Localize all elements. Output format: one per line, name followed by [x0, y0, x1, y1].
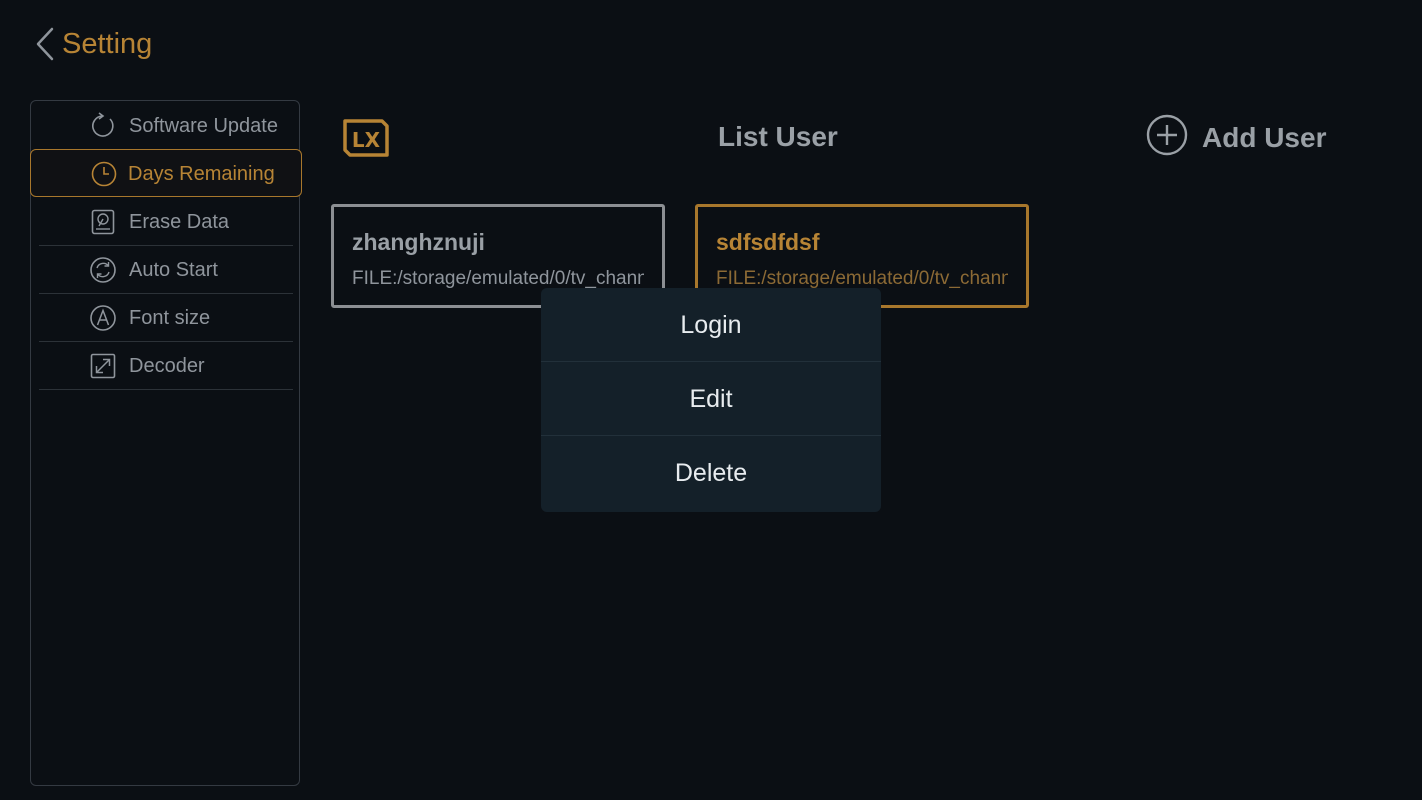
list-user-title: List User — [718, 121, 838, 152]
sidebar-item-decoder[interactable]: Decoder — [39, 342, 293, 390]
user-name: sdfsdfdsf — [716, 229, 820, 255]
delete-menu-item[interactable]: Delete — [541, 436, 881, 512]
lx-logo: LX — [342, 117, 390, 164]
settings-screen: Setting Software Update Days Remaining E… — [0, 0, 1422, 800]
sidebar-item-label: Auto Start — [129, 259, 218, 281]
sidebar-item-software-update[interactable]: Software Update — [39, 102, 293, 150]
user-context-menu: Login Edit Delete — [541, 288, 881, 512]
sidebar-item-days-remaining[interactable]: Days Remaining — [30, 149, 302, 197]
sidebar-item-label: Software Update — [129, 115, 278, 137]
user-path: FILE:/storage/emulated/0/tv_channels.m3u — [352, 268, 644, 289]
settings-sidebar: Software Update Days Remaining Erase Dat… — [30, 100, 302, 786]
edit-menu-item[interactable]: Edit — [541, 362, 881, 436]
sidebar-item-auto-start[interactable]: Auto Start — [39, 246, 293, 294]
user-path: FILE:/storage/emulated/0/tv_channels.m3u — [716, 268, 1008, 289]
erase-disk-icon — [89, 208, 117, 236]
clock-icon — [90, 160, 118, 188]
user-name: zhanghznuji — [352, 229, 485, 255]
plus-circle-icon — [1146, 114, 1188, 161]
back-button[interactable]: Setting — [34, 26, 152, 62]
sidebar-item-erase-data[interactable]: Erase Data — [39, 198, 293, 246]
sidebar-item-label: Erase Data — [129, 211, 230, 233]
refresh-icon — [89, 112, 117, 140]
add-user-label: Add User — [1202, 121, 1327, 153]
sidebar-item-font-size[interactable]: Font size — [39, 294, 293, 342]
cycle-icon — [89, 256, 117, 284]
add-user-button[interactable]: Add User — [1146, 114, 1326, 161]
font-a-icon — [89, 304, 117, 332]
page-title: Setting — [62, 27, 153, 60]
sidebar-item-label: Decoder — [129, 355, 205, 377]
sidebar-item-label: Font size — [129, 307, 211, 329]
resize-icon — [89, 352, 117, 380]
logo-text: LX — [352, 128, 381, 152]
sidebar-item-label: Days Remaining — [128, 163, 275, 185]
login-menu-item[interactable]: Login — [541, 288, 881, 362]
chevron-left-icon — [34, 26, 56, 62]
